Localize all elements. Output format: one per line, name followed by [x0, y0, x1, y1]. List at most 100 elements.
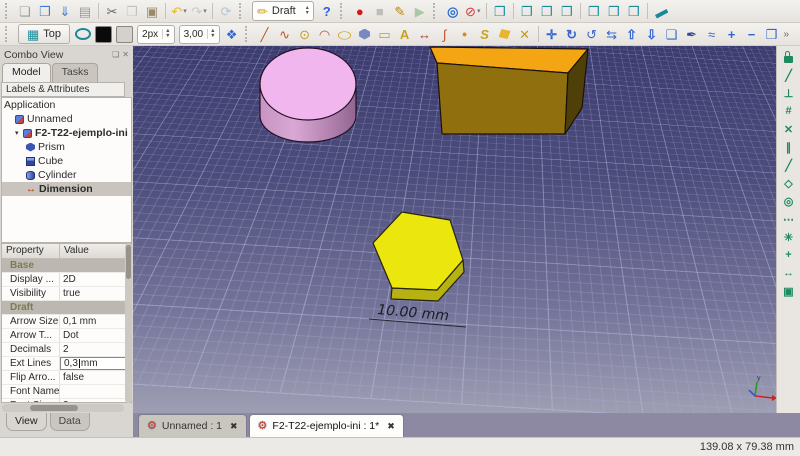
- 3d-viewport[interactable]: 10.00 mm x y: [133, 46, 776, 413]
- snap-perpendicular-button[interactable]: ⊥: [779, 84, 798, 102]
- tree-item-cylinder[interactable]: Cylinder: [2, 168, 131, 182]
- snap-dimensions-button[interactable]: ↔: [779, 264, 798, 282]
- draft-text-button[interactable]: A: [395, 24, 415, 44]
- snap-ortho-button[interactable]: +: [779, 246, 798, 264]
- draft-downgrade-button[interactable]: ⇩: [642, 24, 662, 44]
- line-width-spinner[interactable]: 2px ▲ ▼: [137, 24, 175, 44]
- tree-item-application[interactable]: Application: [2, 98, 131, 112]
- dimension-annotation[interactable]: 10.00 mm: [368, 302, 467, 328]
- snap-endpoint-button[interactable]: ╱: [779, 66, 798, 84]
- dropdown-arrow-icon[interactable]: ▾: [203, 7, 207, 15]
- draft-rectangle-button[interactable]: ▭: [375, 24, 395, 44]
- property-row[interactable]: Flip Arro... false: [2, 371, 131, 385]
- workbench-selector[interactable]: ✏ Draft ▴ ▾: [252, 1, 314, 21]
- view-rear-button[interactable]: ❒: [584, 1, 604, 21]
- property-row[interactable]: Decimals 2: [2, 343, 131, 357]
- snap-near-button[interactable]: ⋯: [779, 210, 798, 228]
- snap-lock-button[interactable]: [779, 48, 798, 66]
- view-left-button[interactable]: ❒: [624, 1, 644, 21]
- paste-button[interactable]: ▣: [142, 1, 162, 21]
- spinner-arrows-icon[interactable]: ▲ ▼: [162, 28, 172, 39]
- construction-mode-toggle[interactable]: [73, 24, 93, 44]
- draft-bspline-button[interactable]: ∫: [435, 24, 455, 44]
- cut-button[interactable]: ✂: [102, 1, 122, 21]
- draft-rotate-button[interactable]: ↻: [562, 24, 582, 44]
- property-row[interactable]: Arrow Size 0,1 mm: [2, 315, 131, 329]
- draft-shapestring-button[interactable]: S: [475, 24, 495, 44]
- property-grid-hscrollbar[interactable]: [2, 404, 124, 412]
- view-bottom-button[interactable]: ❒: [604, 1, 624, 21]
- face-color-swatch[interactable]: [116, 25, 134, 43]
- apply-style-button[interactable]: ❖: [222, 24, 242, 44]
- snap-parallel-button[interactable]: ∥: [779, 138, 798, 156]
- working-plane-button[interactable]: ▦ Top: [18, 24, 71, 44]
- draft-edit-button[interactable]: ✒: [682, 24, 702, 44]
- snap-grid-button[interactable]: #: [779, 102, 798, 120]
- macro-play-button[interactable]: ▶: [410, 1, 430, 21]
- measure-button[interactable]: ▬: [651, 1, 671, 21]
- tab-close-icon[interactable]: ✖: [387, 421, 395, 432]
- property-row[interactable]: Arrow T... Dot: [2, 329, 131, 343]
- draft-point-button[interactable]: ●: [455, 24, 475, 44]
- copy-button[interactable]: ❐: [122, 1, 142, 21]
- toolbar-overflow-icon[interactable]: »: [784, 29, 790, 40]
- tree-item-cube[interactable]: Cube: [2, 154, 131, 168]
- cube-shape[interactable]: [429, 46, 589, 135]
- fit-all-button[interactable]: ◎: [443, 1, 463, 21]
- macro-record-button[interactable]: ●: [350, 1, 370, 21]
- new-file-button[interactable]: ❏: [15, 1, 35, 21]
- tab-data[interactable]: Data: [49, 413, 90, 431]
- panel-close-icon[interactable]: ✕: [122, 50, 129, 59]
- draft-arc-button[interactable]: ◠: [315, 24, 335, 44]
- property-row[interactable]: Ext Lines 0,3 mm: [2, 357, 131, 371]
- draft-add-point-button[interactable]: +: [722, 24, 742, 44]
- snap-angle-button[interactable]: ◇: [779, 174, 798, 192]
- tree-item-dimension[interactable]: ↔ Dimension: [2, 182, 131, 196]
- cylinder-shape[interactable]: [259, 47, 357, 143]
- expander-icon[interactable]: ▾: [15, 129, 23, 137]
- snap-working-plane-button[interactable]: ▣: [779, 282, 798, 300]
- labels-attributes-header[interactable]: Labels & Attributes: [1, 82, 125, 97]
- view-front-button[interactable]: ❒: [517, 1, 537, 21]
- draft-facebinder-button[interactable]: [495, 24, 515, 44]
- tab-tasks[interactable]: Tasks: [51, 63, 99, 82]
- draw-style-button[interactable]: ⊘ ▾: [463, 1, 483, 21]
- prism-shape[interactable]: [372, 211, 465, 302]
- draft-trim-button[interactable]: ⇆: [602, 24, 622, 44]
- draft-upgrade-button[interactable]: ⇧: [622, 24, 642, 44]
- snap-intersection-button[interactable]: ✕: [779, 120, 798, 138]
- draft-bezier-button[interactable]: ✕: [515, 24, 535, 44]
- tree-item-unnamed[interactable]: Unnamed: [2, 112, 131, 126]
- tab-close-icon[interactable]: ✖: [230, 421, 238, 432]
- dropdown-arrow-icon[interactable]: ▾: [477, 7, 481, 15]
- line-color-swatch[interactable]: [95, 25, 113, 43]
- dropdown-arrow-icon[interactable]: ▾: [183, 7, 187, 15]
- snap-center-button[interactable]: ◎: [779, 192, 798, 210]
- redo-button[interactable]: ↷ ▾: [189, 1, 209, 21]
- property-grid-vscrollbar[interactable]: [125, 243, 132, 403]
- view-right-button[interactable]: ❒: [557, 1, 577, 21]
- draft-scale-button[interactable]: ❏: [662, 24, 682, 44]
- tab-model[interactable]: Model: [2, 63, 51, 82]
- property-value[interactable]: 0,3 mm: [60, 357, 131, 370]
- spinner-arrows-icon[interactable]: ▲ ▼: [207, 28, 217, 39]
- draft-move-button[interactable]: ✛: [542, 24, 562, 44]
- whats-this-button[interactable]: ?: [317, 1, 337, 21]
- view-isometric-button[interactable]: ❒: [490, 1, 510, 21]
- save-button[interactable]: ⇓: [55, 1, 75, 21]
- font-size-spinner[interactable]: 3,00 ▲ ▼: [178, 24, 220, 44]
- property-row[interactable]: Visibility true: [2, 287, 131, 301]
- tree-item-f2-t22-ejemplo-ini[interactable]: ▾ F2-T22-ejemplo-ini: [2, 126, 131, 140]
- draft-circle-button[interactable]: ⊙: [295, 24, 315, 44]
- draft-offset-button[interactable]: ↺: [582, 24, 602, 44]
- property-row[interactable]: Font Size3 mm: [2, 399, 131, 402]
- refresh-button[interactable]: ⟳: [216, 1, 236, 21]
- draft-delete-point-button[interactable]: −: [742, 24, 762, 44]
- panel-float-icon[interactable]: ❏: [112, 50, 119, 59]
- draft-shape2dview-button[interactable]: ❒: [762, 24, 782, 44]
- draft-polygon-button[interactable]: [355, 24, 375, 44]
- document-tab[interactable]: ⚙ Unnamed : 1 ✖: [138, 414, 247, 437]
- draft-ellipse-button[interactable]: ◯: [335, 24, 355, 44]
- property-row[interactable]: Font Name: [2, 385, 131, 399]
- draft-line-button[interactable]: ╱: [255, 24, 275, 44]
